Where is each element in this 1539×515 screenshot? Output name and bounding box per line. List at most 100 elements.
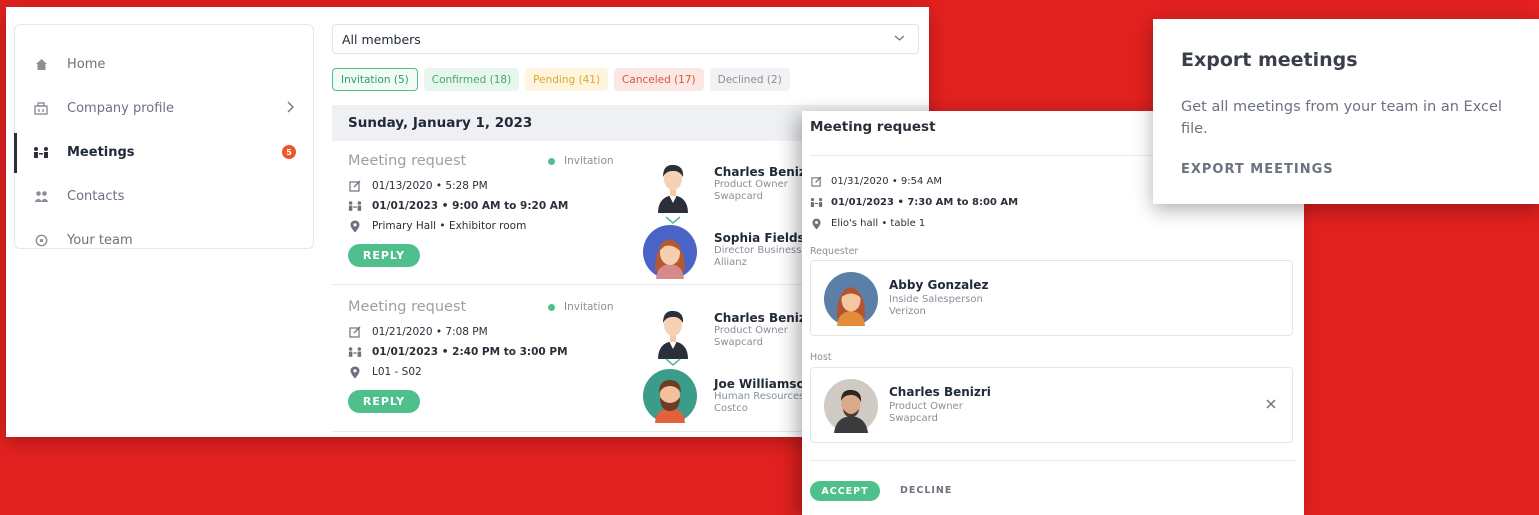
requester-avatar [824, 272, 878, 326]
time-slot: 01/01/2023 • 7:30 AM to 8:00 AM [831, 197, 1019, 208]
guest-avatar [643, 225, 697, 279]
host-company: Swapcard [889, 413, 938, 424]
meetings-icon [33, 144, 49, 160]
host-avatar [824, 379, 878, 433]
contacts-icon [33, 188, 49, 204]
sidebar-item-label: Home [67, 56, 106, 72]
time-slot: 01/01/2023 • 2:40 PM to 3:00 PM [372, 346, 568, 358]
created-row: 01/31/2020 • 9:54 AM [810, 175, 942, 188]
tab-invitation[interactable]: Invitation (5) [332, 68, 418, 91]
export-title: Export meetings [1181, 49, 1358, 71]
location-pin-icon [348, 365, 362, 379]
requester-role: Inside Salesperson [889, 294, 983, 305]
location: L01 - S02 [372, 366, 422, 378]
created-row: 01/13/2020 • 5:28 PM [348, 179, 488, 193]
created-date: 01/31/2020 • 9:54 AM [831, 176, 942, 187]
status-indicator: Invitation [548, 155, 614, 167]
guest-info: Sophia Fields Director Business Allianz [714, 231, 805, 269]
edit-icon [348, 325, 362, 339]
decline-button[interactable]: DECLINE [900, 485, 952, 496]
member-filter-value: All members [342, 31, 421, 47]
location-row: Primary Hall • Exhibitor room [348, 219, 526, 233]
sidebar-item-label: Meetings [67, 144, 135, 160]
guest-name: Sophia Fields [714, 231, 805, 245]
tab-pending[interactable]: Pending (41) [525, 68, 609, 91]
meetings-icon [348, 345, 362, 359]
requester-card[interactable]: Abby Gonzalez Inside Salesperson Verizon [810, 260, 1293, 336]
status-label: Invitation [564, 155, 614, 167]
host-role: Product Owner [889, 401, 963, 412]
sidebar: Home Company profile Meetings 5 Contacts [14, 24, 314, 249]
sidebar-item-home[interactable]: Home [15, 43, 313, 85]
created-row: 01/21/2020 • 7:08 PM [348, 325, 488, 339]
divider [810, 460, 1296, 461]
guest-company: Costco [714, 403, 748, 414]
host-company: Swapcard [714, 191, 763, 202]
chevron-right-icon [287, 99, 295, 117]
guest-info: Joe Williamson Human Resources Costco [714, 377, 813, 415]
host-role: Product Owner [714, 179, 788, 190]
host-avatar [658, 164, 688, 213]
reply-button[interactable]: REPLY [348, 390, 420, 413]
guest-role: Human Resources [714, 391, 805, 402]
status-dot-icon [548, 303, 555, 311]
created-date: 01/13/2020 • 5:28 PM [372, 180, 488, 192]
sidebar-item-label: Contacts [67, 188, 125, 204]
location-pin-icon [810, 217, 823, 230]
location: Elio's hall • table 1 [831, 218, 926, 229]
status-indicator: Invitation [548, 301, 614, 313]
host-company: Swapcard [714, 337, 763, 348]
time-slot: 01/01/2023 • 9:00 AM to 9:20 AM [372, 200, 569, 212]
host-info: Charles Benizri Product Owner Swapcard [714, 165, 816, 203]
status-tabs: Invitation (5) Confirmed (18) Pending (4… [332, 68, 790, 91]
location-pin-icon [348, 219, 362, 233]
host-name: Charles Benizri [714, 311, 816, 325]
connector-arrow-icon [665, 216, 681, 224]
export-description: Get all meetings from your team in an Ex… [1181, 99, 1502, 137]
slot-row: 01/01/2023 • 2:40 PM to 3:00 PM [348, 345, 568, 359]
host-card[interactable]: Charles Benizri Product Owner Swapcard [810, 367, 1293, 443]
location: Primary Hall • Exhibitor room [372, 220, 527, 232]
sidebar-item-your-team[interactable]: Your team [15, 219, 313, 261]
edit-icon [348, 179, 362, 193]
tab-declined[interactable]: Declined (2) [709, 68, 790, 91]
tab-confirmed[interactable]: Confirmed (18) [423, 68, 520, 91]
created-date: 01/21/2020 • 7:08 PM [372, 326, 488, 338]
home-icon [33, 56, 49, 72]
export-meetings-panel: Export meetings Get all meetings from yo… [1153, 19, 1539, 204]
export-meetings-button[interactable]: EXPORT MEETINGS [1181, 162, 1334, 177]
host-role: Product Owner [714, 325, 788, 336]
host-avatar [658, 310, 688, 359]
tab-canceled[interactable]: Canceled (17) [614, 68, 704, 91]
reply-button[interactable]: REPLY [348, 244, 420, 267]
member-filter-select[interactable]: All members [332, 24, 919, 54]
slot-row: 01/01/2023 • 7:30 AM to 8:00 AM [810, 196, 1018, 209]
sidebar-item-company-profile[interactable]: Company profile [15, 87, 313, 129]
sidebar-item-meetings[interactable]: Meetings 5 [14, 131, 313, 173]
status-dot-icon [548, 157, 555, 165]
requester-label: Requester [810, 246, 859, 257]
meeting-title: Meeting request [348, 153, 467, 169]
accept-button[interactable]: ACCEPT [810, 481, 880, 501]
sidebar-item-contacts[interactable]: Contacts [15, 175, 313, 217]
notification-badge: 5 [282, 145, 296, 159]
sidebar-item-label: Company profile [67, 100, 175, 116]
guest-role: Director Business [714, 245, 802, 256]
meetings-window: Home Company profile Meetings 5 Contacts [6, 7, 929, 437]
connector-arrow-icon [665, 358, 681, 366]
meetings-icon [810, 196, 823, 209]
close-icon[interactable] [1266, 395, 1276, 413]
location-row: L01 - S02 [348, 365, 422, 379]
meeting-title: Meeting request [348, 299, 467, 315]
guest-name: Joe Williamson [714, 377, 814, 391]
guest-company: Allianz [714, 257, 747, 268]
edit-icon [810, 175, 823, 188]
host-name: Charles Benizri [714, 165, 816, 179]
status-label: Invitation [564, 301, 614, 313]
chevron-down-icon [893, 31, 906, 47]
host-info: Charles Benizri Product Owner Swapcard [714, 311, 816, 349]
panel-title: Meeting request [810, 119, 936, 135]
guest-avatar [643, 369, 697, 423]
host-label: Host [810, 352, 832, 363]
requester-company: Verizon [889, 306, 926, 317]
